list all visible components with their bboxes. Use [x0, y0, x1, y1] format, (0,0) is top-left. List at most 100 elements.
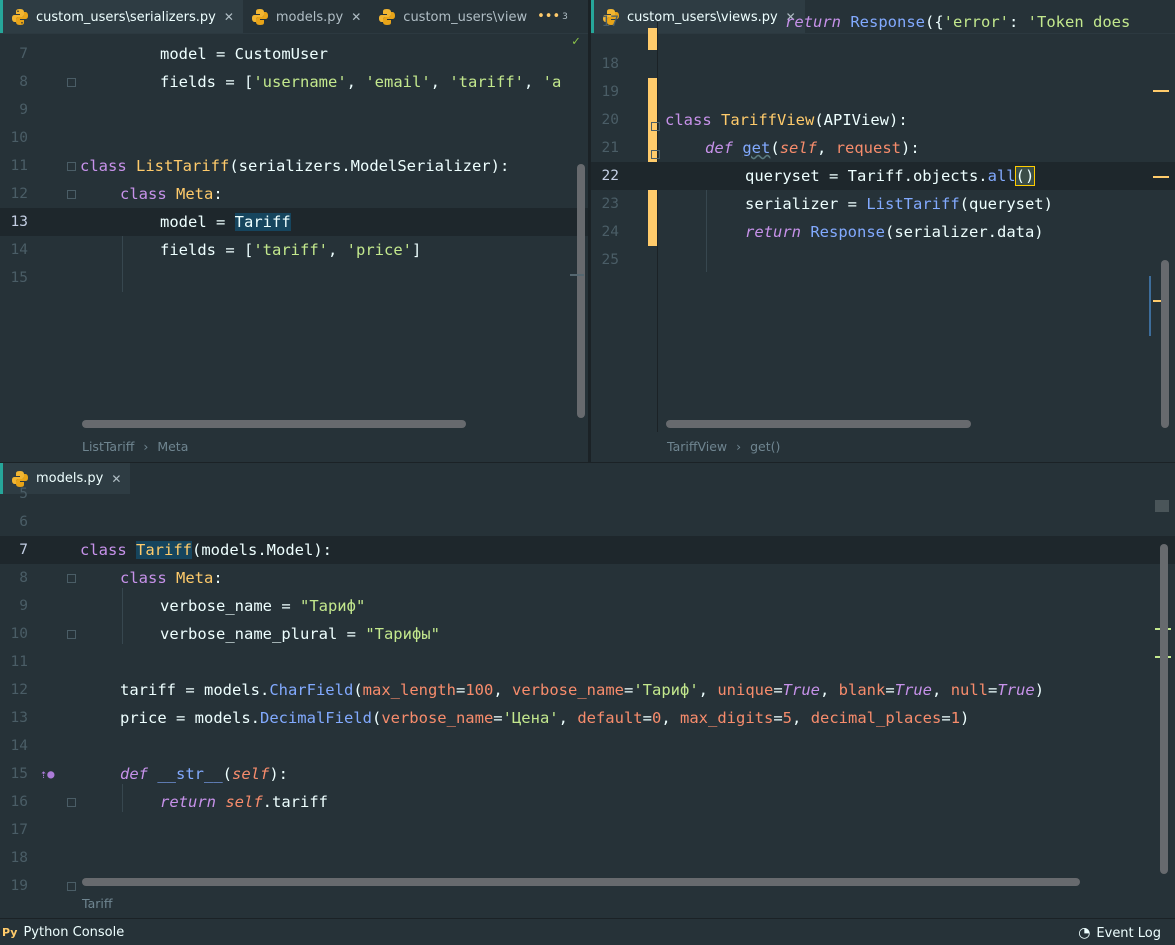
line-number: 12 [10, 186, 28, 202]
code-text: def get(self, request): [705, 139, 920, 157]
code-line: 7 model = CustomUser [0, 40, 588, 68]
close-icon[interactable]: ✕ [351, 10, 361, 24]
line-number: 15 [10, 270, 28, 286]
tab-models[interactable]: models.py ✕ [243, 0, 370, 33]
python-console-button[interactable]: Py Python Console [2, 925, 124, 940]
line-number: 15 [10, 766, 28, 782]
override-gutter-icon[interactable]: ⇡● [40, 760, 54, 788]
code-line: 10 verbose_name_plural = "Тарифы" [0, 620, 1175, 648]
code-text: serializer = ListTariff(queryset) [745, 195, 1053, 213]
python-file-icon [379, 9, 396, 25]
line-number: 10 [10, 130, 28, 146]
code-line: 8 class Meta: [0, 564, 1175, 592]
code-text: return Response({'error': 'Token does [785, 13, 1131, 31]
breadcrumb-separator: › [736, 439, 742, 454]
line-number: 19 [601, 84, 619, 100]
line-number: 17 [601, 14, 619, 30]
line-number: 21 [601, 140, 619, 156]
line-number: 12 [10, 682, 28, 698]
line-number: 14 [10, 738, 28, 754]
code-text: model = Tariff [160, 213, 291, 231]
line-number: 8 [19, 570, 28, 586]
line-number: 18 [10, 850, 28, 866]
code-line: 10 [0, 124, 588, 152]
event-log-button[interactable]: ◔ Event Log [1078, 925, 1161, 941]
tab-views[interactable]: custom_users\view [370, 0, 531, 33]
more-tabs-icon[interactable]: ••• 3 [531, 0, 574, 33]
event-log-label: Event Log [1096, 925, 1161, 941]
error-stripe-mark [1153, 176, 1169, 178]
bottom-editor-pane: models.py ✕ 5 6 7 class Tariff(models.Mod… [0, 463, 1175, 918]
close-icon[interactable]: ✕ [224, 10, 234, 24]
breadcrumb-item[interactable]: get() [750, 439, 780, 454]
breadcrumb-item[interactable]: Tariff [82, 896, 112, 911]
more-tabs-count: 3 [562, 11, 568, 22]
code-text: return self.tariff [160, 793, 328, 811]
code-line: 9 [0, 96, 588, 124]
vertical-scrollbar[interactable] [1160, 544, 1168, 874]
code-text: return Response(serializer.data) [745, 223, 1044, 241]
current-code-line: 13 model = Tariff [0, 208, 588, 236]
status-bar: Py Python Console ◔ Event Log [0, 918, 1175, 945]
error-stripe-mark [570, 274, 584, 276]
line-number: 6 [19, 514, 28, 530]
code-line: 18 [591, 50, 1175, 78]
code-line: 11 class ListTariff(serializers.ModelSeri… [0, 152, 588, 180]
breadcrumb: TariffView › get() [667, 439, 780, 454]
check-icon: ✓ [572, 34, 580, 49]
line-number: 11 [10, 158, 28, 174]
breadcrumb-separator: › [143, 439, 149, 454]
code-text: fields = ['username', 'email', 'tariff',… [160, 73, 562, 91]
line-number: 14 [10, 242, 28, 258]
breadcrumb-item[interactable]: TariffView [667, 439, 727, 454]
code-line: 9 verbose_name = "Тариф" [0, 592, 1175, 620]
breadcrumb: ListTariff › Meta [82, 439, 188, 454]
line-number: 24 [601, 224, 619, 240]
code-editor[interactable]: 17 return Response({'error': 'Token does … [591, 13, 1175, 432]
code-line: 24 return Response(serializer.data) [591, 218, 1175, 246]
python-console-icon: Py [2, 926, 18, 939]
breadcrumb-item[interactable]: Meta [157, 439, 188, 454]
code-editor[interactable]: 7 model = CustomUser 8 fields = ['username… [0, 34, 588, 432]
code-editor[interactable]: 5 6 7 class Tariff(models.Model): 8 class … [0, 486, 1175, 894]
code-line: 6 [0, 508, 1175, 536]
breadcrumb-item[interactable]: ListTariff [82, 439, 134, 454]
code-line: 18 [0, 844, 1175, 872]
code-line: 8 fields = ['username', 'email', 'tariff'… [0, 68, 588, 96]
code-text: verbose_name_plural = "Тарифы" [160, 625, 440, 643]
horizontal-scrollbar[interactable] [82, 878, 1080, 886]
code-text: model = CustomUser [160, 45, 328, 63]
line-number: 5 [19, 486, 28, 502]
code-line: 5 [0, 480, 1175, 508]
event-log-icon: ◔ [1078, 925, 1091, 941]
error-stripe-mark [1155, 500, 1169, 512]
line-number: 20 [601, 112, 619, 128]
code-line: 17 [0, 816, 1175, 844]
code-line: 19 [591, 78, 1175, 106]
code-line: 19 [0, 872, 1175, 900]
tab-label: custom_users\serializers.py [36, 9, 216, 25]
current-code-line: 22 queryset = Tariff.objects.all() [591, 162, 1175, 190]
tab-serializers[interactable]: custom_users\serializers.py ✕ [0, 0, 243, 33]
code-line: 21 def get(self, request): [591, 134, 1175, 162]
line-number: 25 [601, 252, 619, 268]
horizontal-scrollbar[interactable] [666, 420, 971, 428]
python-file-icon [251, 9, 268, 25]
line-number: 13 [10, 214, 28, 230]
code-line: 15 [0, 264, 588, 292]
tab-label: models.py [275, 9, 344, 25]
vertical-scrollbar[interactable] [577, 164, 585, 418]
vertical-scrollbar[interactable] [1161, 260, 1169, 428]
code-line: 20 class TariffView(APIView): [591, 106, 1175, 134]
tab-label: custom_users\view [403, 9, 528, 25]
editor-tab-bar: custom_users\serializers.py ✕ models.py … [0, 0, 588, 34]
error-stripe-mark [1153, 90, 1169, 92]
line-number: 13 [10, 710, 28, 726]
code-text: class Meta: [120, 185, 223, 203]
code-line: 13 price = models.DecimalField(verbose_na… [0, 704, 1175, 732]
code-text: price = models.DecimalField(verbose_name… [120, 709, 970, 727]
line-number: 9 [19, 598, 28, 614]
horizontal-scrollbar[interactable] [82, 420, 466, 428]
line-number: 10 [10, 626, 28, 642]
current-code-line: 7 class Tariff(models.Model): [0, 536, 1175, 564]
